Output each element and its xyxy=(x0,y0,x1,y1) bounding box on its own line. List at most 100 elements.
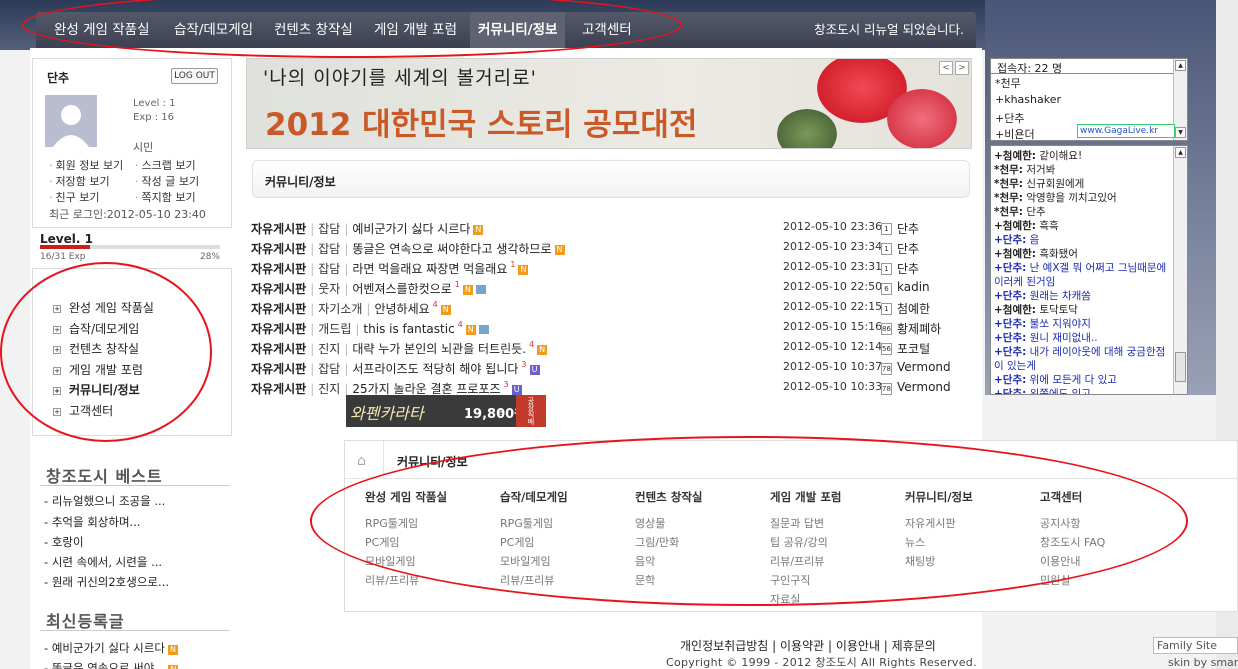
chat-sender[interactable]: +단추: xyxy=(994,332,1026,344)
post-title[interactable]: 서프라이즈도 적당히 해야 됩니다 xyxy=(352,362,518,376)
user-list-item[interactable]: +khashaker xyxy=(995,93,1061,106)
post-title[interactable]: 안녕하세요 xyxy=(374,302,429,316)
sitemap-link[interactable]: 팁 공유/강의 xyxy=(770,533,900,552)
category-item[interactable]: + 완성 게임 작품실 xyxy=(53,299,154,316)
board-name[interactable]: 자유게시판 xyxy=(251,242,306,256)
board-name[interactable]: 자유게시판 xyxy=(251,282,306,296)
sitemap-column-title[interactable]: 커뮤니티/정보 xyxy=(905,489,1035,505)
post-author[interactable]: 포코털 xyxy=(897,340,930,357)
story-contest-banner[interactable]: '나의 이야기를 세계의 볼거리로' 2012 대한민국 스토리 공모대전 < … xyxy=(246,58,972,149)
chat-sender[interactable]: +단추: xyxy=(994,262,1026,274)
sitemap-link[interactable]: PC게임 xyxy=(365,533,495,552)
post-title[interactable]: 대략 누가 본인의 뇌관을 터트린듯. xyxy=(352,342,526,356)
category-item[interactable]: + 고객센터 xyxy=(53,402,113,419)
post-title[interactable]: 예비군가기 싫다 시르다 xyxy=(352,222,470,236)
scroll-thumb[interactable] xyxy=(1175,352,1186,382)
post-row[interactable]: 자유게시판 | 진지 | 대략 누가 본인의 뇌관을 터트린듯. 4 N 2012-05-10… xyxy=(251,340,971,360)
post-title[interactable]: 똥글은 연속으로 써야한다고 생각하므로 xyxy=(352,242,551,256)
user-list-item[interactable]: +단추 xyxy=(995,110,1024,126)
user-list-item[interactable]: +비욘더 xyxy=(995,126,1035,142)
board-name[interactable]: 자유게시판 xyxy=(251,302,306,316)
nav-item-support[interactable]: 고객센터 xyxy=(582,12,632,48)
sitemap-link[interactable]: 이용안내 xyxy=(1040,552,1170,571)
sitemap-link[interactable]: PC게임 xyxy=(500,533,630,552)
chat-sender[interactable]: +단추: xyxy=(994,234,1026,246)
chat-sender[interactable]: +첨예한: xyxy=(994,220,1036,232)
family-site-select[interactable]: Family Site xyxy=(1153,637,1238,654)
sitemap-link[interactable]: 리뷰/프리뷰 xyxy=(500,571,630,590)
board-name[interactable]: 자유게시판 xyxy=(251,262,306,276)
member-info-link[interactable]: 회원 정보 보기 xyxy=(49,157,124,173)
chat-scrollbar[interactable]: ▲ xyxy=(1173,146,1187,394)
footer-links[interactable]: 개인정보취급방침 | 이용약관 | 이용안내 | 제휴문의 xyxy=(680,637,936,654)
gagalive-link[interactable]: www.GagaLive.kr xyxy=(1077,124,1175,138)
chat-sender[interactable]: +단추: xyxy=(994,346,1026,358)
post-row[interactable]: 자유게시판 | 잡담 | 예비군가기 싫다 시르다 N 2012-05-10 23:36 1 단… xyxy=(251,220,971,240)
post-row[interactable]: 자유게시판 | 웃자 | 어벤져스를한컷으로 1 N 2012-05-10 22:50 6 kad… xyxy=(251,280,971,300)
category-item[interactable]: + 습작/데모게임 xyxy=(53,320,139,337)
category-item[interactable]: + 게임 개발 포럼 xyxy=(53,361,143,378)
best-item[interactable]: 원래 귀신의2호생으로... xyxy=(44,574,169,590)
scroll-up-icon[interactable]: ▲ xyxy=(1175,60,1186,71)
sitemap-link[interactable]: 모바일게임 xyxy=(365,552,495,571)
chat-sender[interactable]: *천무: xyxy=(994,192,1023,204)
board-tab[interactable]: 커뮤니티/정보 xyxy=(252,160,970,198)
category-item[interactable]: + 컨텐츠 창작실 xyxy=(53,340,139,357)
chat-sender[interactable]: +첨예한: xyxy=(994,150,1036,162)
best-item[interactable]: 추억을 회상하며... xyxy=(44,514,141,530)
sitemap-link[interactable]: 구인구직 xyxy=(770,571,900,590)
scrap-link[interactable]: 스크랩 보기 xyxy=(135,157,196,173)
logout-button[interactable]: LOG OUT xyxy=(171,68,218,84)
board-name[interactable]: 자유게시판 xyxy=(251,382,306,396)
post-author[interactable]: 단추 xyxy=(897,260,919,277)
renewal-notice[interactable]: 창조도시 리뉴얼 되었습니다. xyxy=(814,12,964,48)
sitemap-link[interactable]: 질문과 답변 xyxy=(770,514,900,533)
post-title[interactable]: 라면 먹을래요 짜장면 먹을래요 xyxy=(352,262,507,276)
post-row[interactable]: 자유게시판 | 개드립 | this is fantastic 4 N 2012-05-10 … xyxy=(251,320,971,340)
best-item[interactable]: 리뉴얼했으니 조공을 ... xyxy=(44,493,166,509)
chat-sender[interactable]: +첨예한: xyxy=(994,304,1036,316)
sitemap-link[interactable]: 민원실 xyxy=(1040,571,1170,590)
nav-item-community[interactable]: 커뮤니티/정보 xyxy=(470,12,566,48)
chat-sender[interactable]: +첨예한: xyxy=(994,248,1036,260)
board-name[interactable]: 자유게시판 xyxy=(251,222,306,236)
post-row[interactable]: 자유게시판 | 잡담 | 똥글은 연속으로 써야한다고 생각하므로 N 2012-05-10… xyxy=(251,240,971,260)
post-row[interactable]: 자유게시판 | 잡담 | 서프라이즈도 적당히 해야 됩니다 3 U 2012-05-10 1… xyxy=(251,360,971,380)
chat-sender[interactable]: +단추: xyxy=(994,290,1026,302)
storage-link[interactable]: 저장함 보기 xyxy=(49,173,110,189)
best-item[interactable]: 호랑이 xyxy=(44,534,84,550)
sitemap-column-title[interactable]: 컨텐츠 창작실 xyxy=(635,489,765,505)
sitemap-column-title[interactable]: 고객센터 xyxy=(1040,489,1170,505)
sitemap-link[interactable]: 자료실 xyxy=(770,590,900,609)
sitemap-link[interactable]: 리뷰/프리뷰 xyxy=(770,552,900,571)
sitemap-link[interactable]: 리뷰/프리뷰 xyxy=(365,571,495,590)
nav-item-complete-games[interactable]: 완성 게임 작품실 xyxy=(54,12,150,48)
advertisement[interactable]: 와펜카라타 19,800원 공장직배송 xyxy=(346,395,546,427)
friends-link[interactable]: 친구 보기 xyxy=(49,189,100,205)
user-list-item[interactable]: *천무 xyxy=(995,75,1021,91)
post-row[interactable]: 자유게시판 | 자기소개 | 안녕하세요 4 N 2012-05-10 22:15 1 첨예한 xyxy=(251,300,971,320)
post-row[interactable]: 자유게시판 | 잡담 | 라면 먹을래요 짜장면 먹을래요 1 N 2012-05-10 23… xyxy=(251,260,971,280)
category-item-active[interactable]: + 커뮤니티/정보 xyxy=(53,381,140,398)
board-name[interactable]: 자유게시판 xyxy=(251,362,306,376)
banner-prev-button[interactable]: < xyxy=(939,61,953,75)
sitemap-link[interactable]: 그림/만화 xyxy=(635,533,765,552)
banner-next-button[interactable]: > xyxy=(955,61,969,75)
post-author[interactable]: Vermond xyxy=(897,380,951,394)
post-title[interactable]: this is fantastic xyxy=(363,322,454,336)
post-author[interactable]: 단추 xyxy=(897,220,919,237)
sitemap-column-title[interactable]: 완성 게임 작품실 xyxy=(365,489,495,505)
messages-link[interactable]: 쪽지함 보기 xyxy=(135,189,196,205)
sitemap-link[interactable]: 공지사항 xyxy=(1040,514,1170,533)
scroll-up-icon[interactable]: ▲ xyxy=(1175,147,1186,158)
post-title[interactable]: 25가지 놀라운 결혼 프로포즈 xyxy=(352,382,500,396)
home-icon[interactable]: ⌂ xyxy=(357,453,366,469)
board-name[interactable]: 자유게시판 xyxy=(251,322,306,336)
chat-sender[interactable]: *천무: xyxy=(994,206,1023,218)
chat-sender[interactable]: +단추: xyxy=(994,374,1026,386)
sitemap-link[interactable]: 채팅방 xyxy=(905,552,1035,571)
nav-item-contents[interactable]: 컨텐츠 창작실 xyxy=(274,12,353,48)
sitemap-link[interactable]: RPG툴게임 xyxy=(365,514,495,533)
sitemap-link[interactable]: 뉴스 xyxy=(905,533,1035,552)
recent-item[interactable]: 똥글은 연속으로 써야...N xyxy=(44,660,179,669)
